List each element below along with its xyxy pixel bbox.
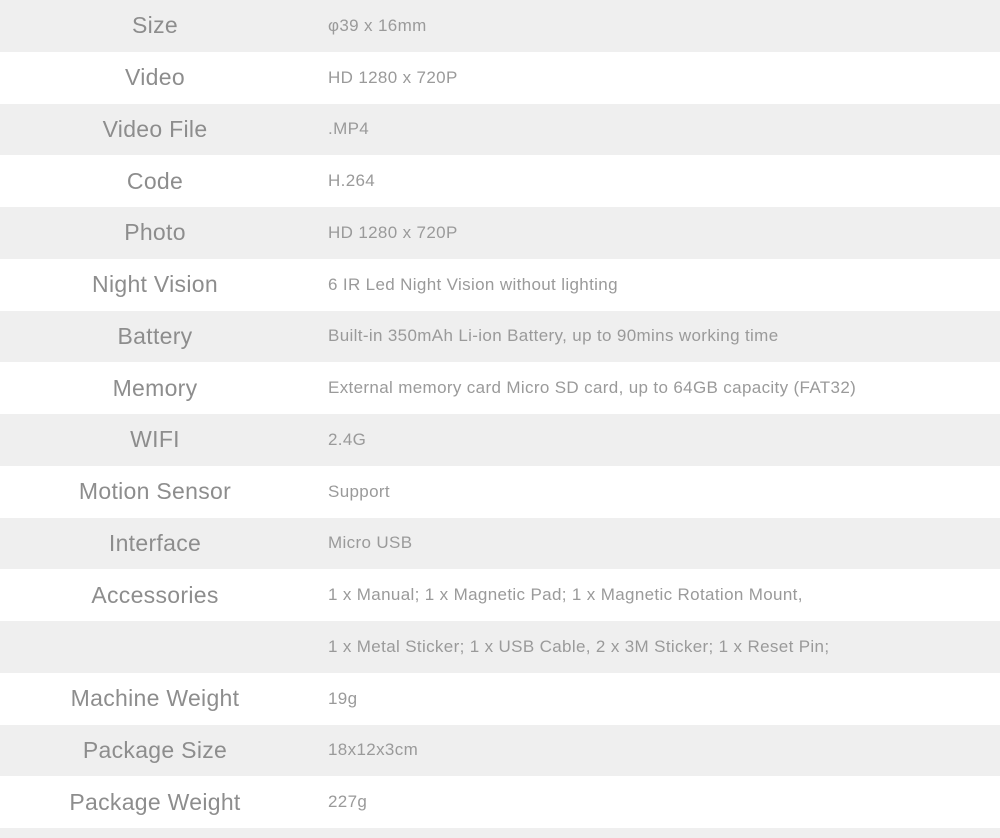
spec-label-cell: Photo — [124, 219, 186, 246]
table-row: Video File .MP4 — [0, 103, 1000, 156]
spec-label-cell: Code — [126, 167, 184, 194]
spec-value-cell: Support — [328, 481, 390, 501]
table-row: Battery Built-in 350mAh Li-ion Battery, u… — [0, 310, 1000, 363]
spec-label-cell: Size — [132, 12, 178, 39]
spec-label-cell: Package Weight — [69, 788, 241, 815]
table-row: Memory External memory card Micro SD card… — [0, 362, 1000, 414]
table-row: Interface Micro USB — [0, 517, 1000, 570]
spec-value-cell: Micro USB — [328, 533, 413, 553]
table-row: Accessories 1 x Manual; 1 x Magnetic Pad;… — [0, 569, 1000, 621]
product-specification-table: Size φ39 x 16mm Video HD 1280 x 720P Video F… — [0, 0, 1000, 828]
spec-value-cell: HD 1280 x 720P — [328, 222, 458, 242]
spec-value-cell: 6 IR Led Night Vision without lighting — [328, 274, 618, 294]
spec-label-cell: Memory — [112, 374, 198, 401]
spec-value-cell: 18x12x3cm — [328, 740, 419, 760]
spec-value-cell: 19g — [328, 688, 358, 708]
spec-value-cell: φ39 x 16mm — [328, 15, 427, 35]
table-row: Size φ39 x 16mm — [0, 0, 1000, 52]
spec-label-cell: Battery — [117, 322, 193, 349]
spec-label-cell: Interface — [108, 529, 202, 556]
table-row: Motion Sensor Support — [0, 465, 1000, 518]
spec-value-cell: .MP4 — [328, 119, 370, 139]
table-row: Machine Weight 19g — [0, 672, 1000, 725]
spec-value-cell: External memory card Micro SD card, up t… — [328, 378, 857, 398]
spec-value-cell: 227g — [328, 792, 368, 812]
spec-label-cell: Video File — [102, 115, 208, 142]
spec-value-cell: H.264 — [328, 171, 376, 191]
spec-value-cell: 2.4G — [328, 429, 367, 449]
table-row: Night Vision 6 IR Led Night Vision withou… — [0, 258, 1000, 311]
table-row: Photo HD 1280 x 720P — [0, 207, 1000, 259]
spec-value-cell: 1 x Metal Sticker; 1 x USB Cable, 2 x 3M… — [328, 636, 830, 656]
spec-value-cell: Built-in 350mAh Li-ion Battery, up to 90… — [328, 326, 779, 346]
spec-label-cell: Accessories — [91, 581, 219, 608]
spec-label-cell: Machine Weight — [70, 685, 240, 712]
spec-label-cell — [0, 621, 310, 673]
spec-label-cell: WIFI — [130, 426, 180, 453]
table-row: 1 x Metal Sticker; 1 x USB Cable, 2 x 3M… — [0, 621, 1000, 673]
table-row: Video HD 1280 x 720P — [0, 51, 1000, 104]
table-row: Package Weight 227g — [0, 776, 1000, 828]
table-row: WIFI 2.4G — [0, 414, 1000, 466]
table-row: Code H.264 — [0, 155, 1000, 207]
spec-value-cell: 1 x Manual; 1 x Magnetic Pad; 1 x Magnet… — [328, 585, 803, 605]
spec-value-cell: HD 1280 x 720P — [328, 67, 458, 87]
spec-table-body: Size φ39 x 16mm Video HD 1280 x 720P Video F… — [0, 0, 1000, 828]
spec-label-cell: Video — [125, 64, 185, 91]
spec-label-cell: Package Size — [82, 736, 228, 763]
table-row: Package Size 18x12x3cm — [0, 724, 1000, 777]
spec-label-cell: Night Vision — [92, 271, 218, 298]
spec-label-cell: Motion Sensor — [78, 478, 232, 505]
